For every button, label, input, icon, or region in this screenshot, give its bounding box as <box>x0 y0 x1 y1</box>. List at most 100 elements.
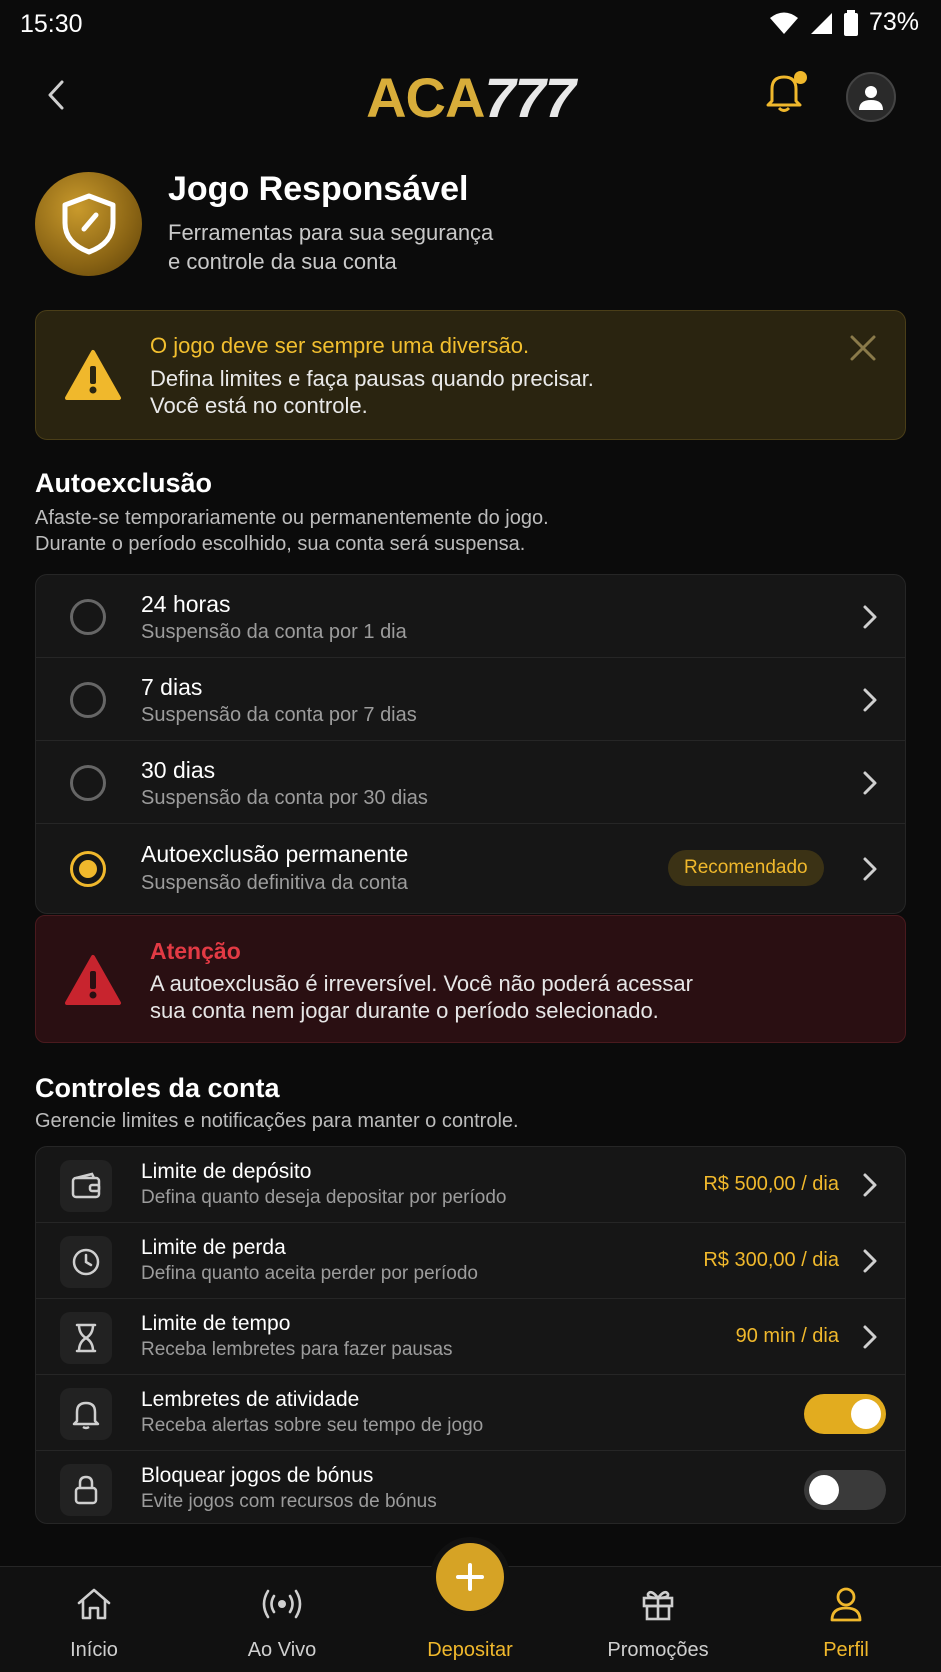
control-value: R$ 500,00 / dia <box>703 1173 839 1195</box>
control-subtitle: Evite jogos com recursos de bónus <box>141 1491 437 1512</box>
home-icon <box>0 1585 188 1623</box>
danger-icon <box>65 955 121 1005</box>
option-subtitle: Suspensão da conta por 7 dias <box>141 704 417 726</box>
nav-live[interactable]: Ao Vivo <box>188 1567 376 1672</box>
nav-deposit[interactable]: Depositar <box>376 1543 564 1672</box>
wifi-icon <box>769 12 798 34</box>
toggle-knob <box>851 1399 881 1429</box>
status-icons: 73% <box>769 8 919 37</box>
nav-home[interactable]: Início <box>0 1567 188 1672</box>
info-banner: O jogo deve ser sempre uma diversão. Def… <box>35 310 906 440</box>
nav-promotions[interactable]: Promoções <box>564 1567 752 1672</box>
control-subtitle: Defina quanto aceita perder por período <box>141 1263 478 1284</box>
self-exclusion-options: 24 horas Suspensão da conta por 1 dia 7 … <box>35 574 906 914</box>
chevron-left-icon <box>48 80 64 110</box>
page-subtitle: Ferramentas para sua segurança e control… <box>168 220 494 274</box>
option-title: Autoexclusão permanente <box>141 841 409 867</box>
wallet-icon <box>60 1160 112 1212</box>
control-value: R$ 300,00 / dia <box>703 1249 839 1271</box>
radio-button[interactable] <box>70 682 106 718</box>
recommended-badge: Recomendado <box>668 850 824 886</box>
notifications-button[interactable] <box>764 69 808 113</box>
option-title: 30 dias <box>141 757 216 783</box>
nav-label: Promoções <box>607 1639 709 1661</box>
toggle-knob <box>809 1475 839 1505</box>
chevron-right-icon <box>863 1325 877 1349</box>
user-icon <box>859 86 883 110</box>
bell-icon <box>60 1388 112 1440</box>
deposit-button[interactable] <box>436 1543 504 1611</box>
radio-button[interactable] <box>70 765 106 801</box>
option-30d[interactable]: 30 dias Suspensão da conta por 30 dias <box>36 741 905 824</box>
chevron-right-icon <box>863 857 877 881</box>
back-button[interactable] <box>36 75 76 115</box>
time-limit-row[interactable]: Limite de tempo Receba lembretes para fa… <box>36 1299 905 1375</box>
control-title: Limite de perda <box>141 1236 286 1259</box>
control-title: Limite de depósito <box>141 1160 312 1183</box>
controls-subtitle: Gerencie limites e notificações para man… <box>35 1110 519 1132</box>
notification-dot <box>794 71 807 84</box>
shield-icon <box>62 193 115 255</box>
nav-label: Início <box>70 1639 118 1661</box>
user-icon <box>752 1585 940 1623</box>
option-subtitle: Suspensão da conta por 30 dias <box>141 787 428 809</box>
chevron-right-icon <box>863 1249 877 1273</box>
chevron-right-icon <box>863 771 877 795</box>
self-exclusion-title: Autoexclusão <box>35 468 213 498</box>
lock-icon <box>60 1464 112 1516</box>
nav-label: Ao Vivo <box>247 1639 317 1661</box>
plus-icon <box>456 1563 484 1591</box>
profile-avatar-button[interactable] <box>846 72 896 122</box>
gift-icon <box>564 1585 752 1623</box>
control-subtitle: Defina quanto deseja depositar por perío… <box>141 1187 507 1208</box>
loss-limit-row[interactable]: Limite de perda Defina quanto aceita per… <box>36 1223 905 1299</box>
hourglass-icon <box>60 1312 112 1364</box>
nav-profile[interactable]: Perfil <box>752 1567 940 1672</box>
info-banner-text: Defina limites e faça pausas quando prec… <box>150 366 594 418</box>
page-title: Jogo Responsável <box>168 170 469 208</box>
self-exclusion-subtitle: Afaste-se temporariamente ou permanentem… <box>35 507 549 555</box>
control-title: Bloquear jogos de bónus <box>141 1464 374 1487</box>
radio-button[interactable] <box>70 599 106 635</box>
battery-icon <box>843 9 858 36</box>
clock-icon <box>60 1236 112 1288</box>
control-value: 90 min / dia <box>735 1325 839 1347</box>
deposit-limit-row[interactable]: Limite de depósito Defina quanto deseja … <box>36 1147 905 1223</box>
app-header: ACA777 <box>0 55 941 135</box>
info-banner-title: O jogo deve ser sempre uma diversão. <box>150 333 530 358</box>
close-icon <box>850 335 876 361</box>
block-bonus-toggle[interactable] <box>804 1470 886 1510</box>
close-banner-button[interactable] <box>848 333 878 363</box>
live-icon <box>188 1585 376 1623</box>
nav-label: Depositar <box>427 1639 513 1661</box>
option-subtitle: Suspensão definitiva da conta <box>141 872 408 894</box>
warning-text: A autoexclusão é irreversível. Você não … <box>150 971 693 1023</box>
option-title: 7 dias <box>141 674 203 700</box>
option-title: 24 horas <box>141 591 231 617</box>
option-24h[interactable]: 24 horas Suspensão da conta por 1 dia <box>36 575 905 658</box>
radio-button-selected[interactable] <box>70 851 106 887</box>
chevron-right-icon <box>863 1173 877 1197</box>
controls-title: Controles da conta <box>35 1073 280 1103</box>
control-title: Limite de tempo <box>141 1312 291 1335</box>
option-permanent[interactable]: Autoexclusão permanente Suspensão defini… <box>36 824 905 913</box>
control-subtitle: Receba alertas sobre seu tempo de jogo <box>141 1415 484 1436</box>
bottom-navigation: Início Ao Vivo Depositar Promoções Perfi… <box>0 1543 941 1672</box>
block-bonus-games-row: Bloquear jogos de bónus Evite jogos com … <box>36 1451 905 1523</box>
activity-reminders-row: Lembretes de atividade Receba alertas so… <box>36 1375 905 1451</box>
battery-percent: 73% <box>868 8 919 36</box>
warning-box: Atenção A autoexclusão é irreversível. V… <box>35 915 906 1043</box>
option-7d[interactable]: 7 dias Suspensão da conta por 7 dias <box>36 658 905 741</box>
chevron-right-icon <box>863 605 877 629</box>
status-bar: 15:30 73% <box>0 0 941 50</box>
chevron-right-icon <box>863 688 877 712</box>
warning-icon <box>65 350 121 400</box>
warning-title: Atenção <box>150 938 241 964</box>
nav-label: Perfil <box>823 1639 869 1661</box>
option-subtitle: Suspensão da conta por 1 dia <box>141 621 407 643</box>
control-title: Lembretes de atividade <box>141 1388 360 1411</box>
activity-reminders-toggle[interactable] <box>804 1394 886 1434</box>
control-subtitle: Receba lembretes para fazer pausas <box>141 1339 453 1360</box>
shield-badge <box>35 172 142 276</box>
status-time: 15:30 <box>20 10 83 38</box>
